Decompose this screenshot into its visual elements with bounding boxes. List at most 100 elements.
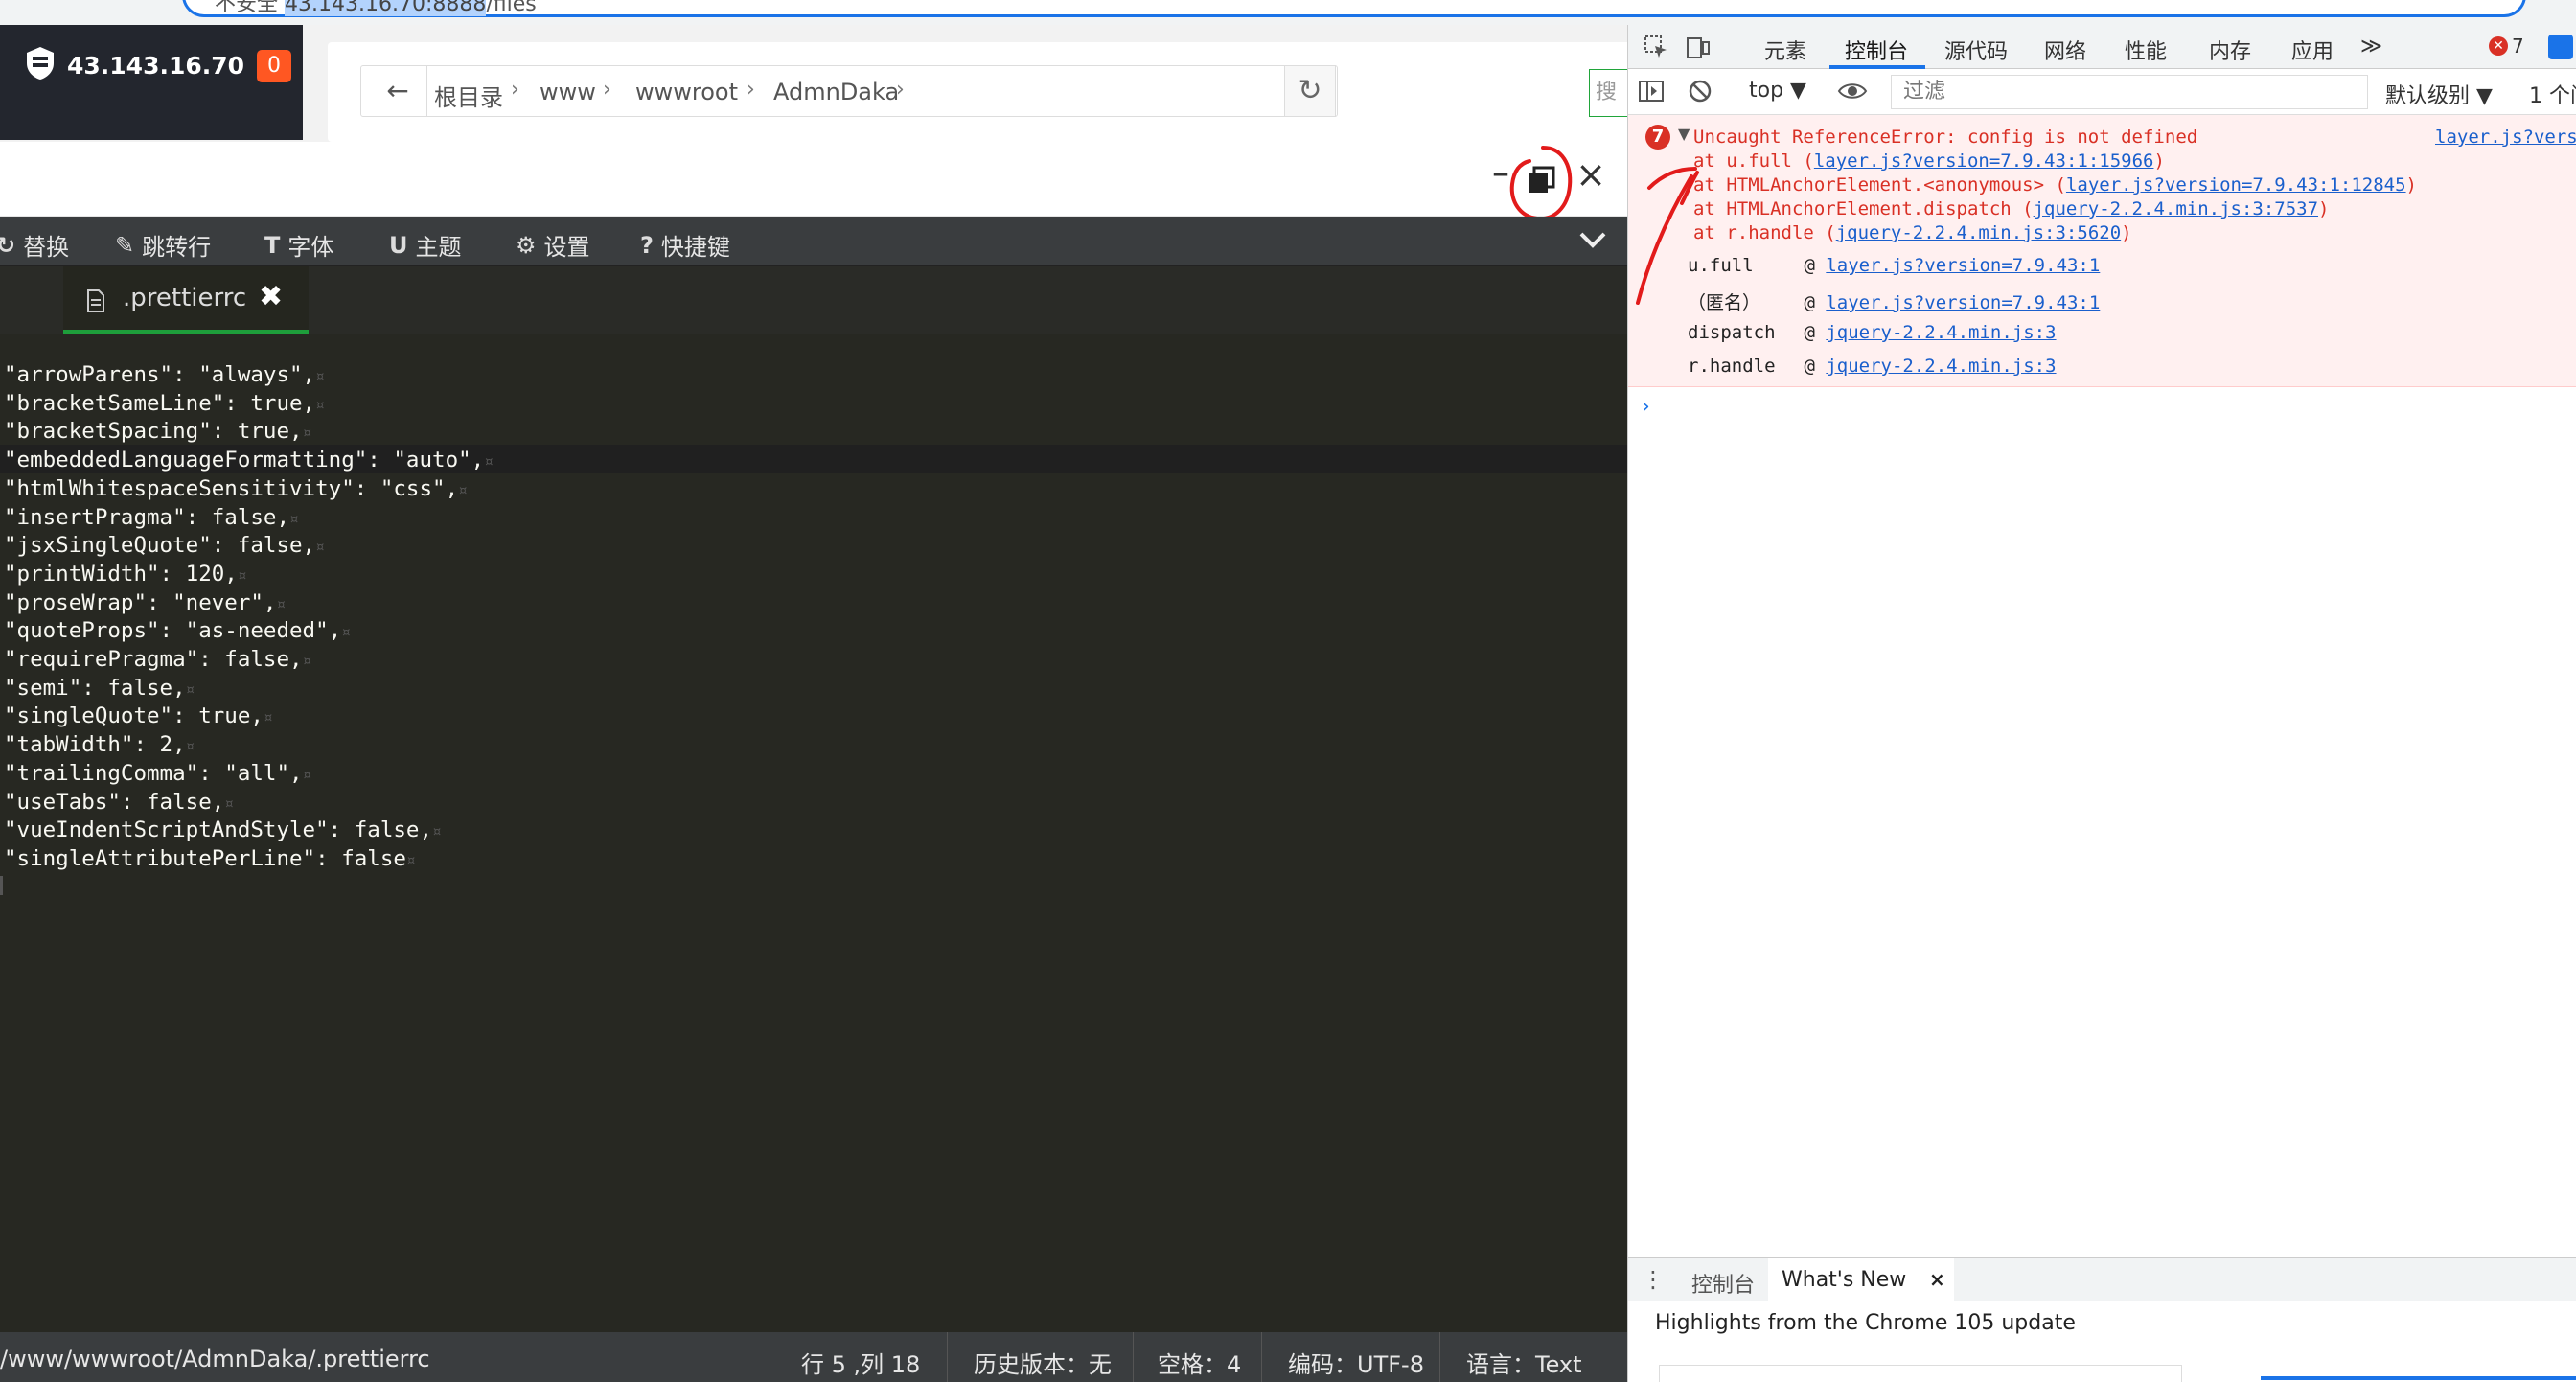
more-tabs-icon[interactable]: ≫ bbox=[2360, 35, 2382, 58]
refresh-icon: ↻ bbox=[1298, 74, 1322, 107]
font-button[interactable]: T 字体 bbox=[264, 228, 334, 262]
refresh-button[interactable]: ↻ bbox=[1284, 65, 1336, 117]
breadcrumb-admndaka[interactable]: AdmnDaka bbox=[773, 79, 899, 105]
settings-button[interactable]: ⚙ 设置 bbox=[516, 228, 590, 262]
context-selector[interactable]: top ▼ bbox=[1749, 79, 1806, 103]
code-line-text: "embeddedLanguageFormatting": "auto", bbox=[4, 448, 485, 473]
chevron-right-icon: › bbox=[747, 78, 755, 102]
code-line: "bracketSameLine": true,¤ bbox=[4, 389, 325, 418]
settings-label: 设置 bbox=[543, 234, 590, 261]
whats-new-card[interactable] bbox=[1659, 1365, 2182, 1382]
chevron-down-icon[interactable] bbox=[1574, 220, 1612, 259]
inspect-element-icon[interactable] bbox=[1644, 35, 1668, 59]
theme-button[interactable]: U 主题 bbox=[389, 228, 462, 262]
call-frame-link[interactable]: layer.js?version=7.9.43:1 bbox=[1826, 255, 2100, 276]
tab-network[interactable]: 网络 bbox=[2044, 35, 2086, 65]
console-sidebar-icon[interactable] bbox=[1638, 79, 1665, 104]
code-line: "printWidth": 120,¤ bbox=[4, 560, 246, 588]
error-source-link[interactable]: layer.js?vers bbox=[2435, 127, 2576, 148]
replace-button[interactable]: ↻ 替换 bbox=[0, 228, 69, 262]
at-separator: @ bbox=[1793, 322, 1827, 343]
server-notification-badge[interactable]: 0 bbox=[257, 50, 291, 82]
close-icon[interactable]: × bbox=[1572, 155, 1610, 194]
stack-source-link[interactable]: layer.js?version=7.9.43:1:15966 bbox=[1814, 150, 2154, 172]
message-icon[interactable] bbox=[2548, 35, 2573, 59]
editor-toolbar: ↻ 替换 ✎ 跳转行 T 字体 U 主题 ⚙ 设置 ? 快捷键 bbox=[0, 217, 1627, 266]
eol-marker: ¤ bbox=[458, 480, 468, 499]
goto-line-label: 跳转行 bbox=[142, 234, 212, 261]
goto-line-button[interactable]: ✎ 跳转行 bbox=[115, 228, 211, 262]
code-line: "htmlWhitespaceSensitivity": "css",¤ bbox=[4, 474, 468, 503]
code-editor[interactable]: "arrowParens": "always",¤ "bracketSameLin… bbox=[0, 334, 1627, 1332]
whats-new-card[interactable] bbox=[2261, 1376, 2576, 1382]
device-toolbar-icon[interactable] bbox=[1686, 35, 1711, 59]
stack-text: at HTMLAnchorElement.dispatch ( bbox=[1693, 198, 2034, 219]
code-line: "arrowParens": "always",¤ bbox=[4, 360, 325, 389]
back-arrow-icon[interactable]: ← bbox=[380, 74, 415, 108]
console-filter-input[interactable]: 过滤 bbox=[1891, 75, 2368, 109]
log-level-dropdown[interactable]: 默认级别 ▼ bbox=[2385, 79, 2493, 109]
console-prompt[interactable]: › bbox=[1642, 395, 1650, 419]
tab-performance[interactable]: 性能 bbox=[2125, 35, 2167, 65]
clear-console-icon[interactable] bbox=[1688, 79, 1713, 104]
code-line-text: "insertPragma": false, bbox=[4, 504, 290, 530]
drawer-tab-console[interactable]: 控制台 bbox=[1691, 1268, 1755, 1299]
live-expression-eye-icon[interactable] bbox=[1837, 79, 1868, 104]
call-frame-link[interactable]: layer.js?version=7.9.43:1 bbox=[1826, 292, 2100, 313]
file-icon bbox=[87, 289, 104, 312]
breadcrumb-wwwroot[interactable]: wwwroot bbox=[635, 79, 738, 105]
code-line: "singleAttributePerLine": false¤ bbox=[4, 844, 416, 873]
code-line: "singleQuote": true,¤ bbox=[4, 702, 273, 730]
code-line: "semi": false,¤ bbox=[4, 674, 195, 703]
code-line: "trailingComma": "all",¤ bbox=[4, 759, 311, 788]
close-icon[interactable]: × bbox=[1929, 1268, 1945, 1291]
question-icon: ? bbox=[640, 231, 654, 259]
url-path: /files bbox=[486, 0, 537, 16]
drawer-menu-icon[interactable]: ⋮ bbox=[1642, 1266, 1665, 1293]
status-encoding[interactable]: 编码：UTF-8 bbox=[1288, 1346, 1424, 1379]
drawer-tab-whats-new[interactable]: What's New × bbox=[1768, 1258, 1954, 1302]
status-spaces[interactable]: 空格：4 bbox=[1158, 1346, 1241, 1379]
eol-marker: ¤ bbox=[315, 538, 325, 557]
code-line: "bracketSpacing": true,¤ bbox=[4, 417, 311, 446]
status-history[interactable]: 历史版本：无 bbox=[974, 1346, 1112, 1379]
chevron-right-icon: › bbox=[603, 78, 611, 102]
error-counter[interactable]: ✕ 7 bbox=[2489, 35, 2524, 58]
code-line: "embeddedLanguageFormatting": "auto",¤ bbox=[4, 446, 494, 474]
code-line-text: "singleQuote": true, bbox=[4, 703, 264, 729]
breadcrumb-www[interactable]: www bbox=[540, 79, 596, 105]
code-line: "useTabs": false,¤ bbox=[4, 788, 234, 817]
address-bar-text[interactable]: 不安全 43.143.16.70:8888/files bbox=[215, 0, 537, 17]
stack-source-link[interactable]: layer.js?version=7.9.43:1:12845 bbox=[2066, 174, 2406, 196]
console-error-message[interactable]: 7 ▼ Uncaught ReferenceError: config is n… bbox=[1628, 115, 2576, 387]
code-line-text: "jsxSingleQuote": false, bbox=[4, 533, 316, 559]
tab-memory[interactable]: 内存 bbox=[2209, 35, 2251, 65]
tab-close-icon[interactable]: ✖ bbox=[259, 280, 283, 313]
issues-counter[interactable]: 1 个问 bbox=[2529, 79, 2576, 109]
chevron-right-icon: › bbox=[511, 78, 519, 102]
eol-marker: ¤ bbox=[224, 794, 234, 813]
eol-marker: ¤ bbox=[289, 509, 299, 528]
stack-frame-line: at HTMLAnchorElement.dispatch (jquery-2.… bbox=[1693, 198, 2329, 219]
tab-sources[interactable]: 源代码 bbox=[1944, 35, 2008, 65]
call-frame-link[interactable]: jquery-2.2.4.min.js:3 bbox=[1826, 322, 2056, 343]
stack-source-link[interactable]: jquery-2.2.4.min.js:3:7537 bbox=[2034, 198, 2318, 219]
breadcrumb-root[interactable]: 根目录 bbox=[434, 79, 503, 112]
replace-icon: ↻ bbox=[0, 231, 16, 259]
red-annotation-circle bbox=[1509, 146, 1573, 221]
tab-prettierrc[interactable]: .prettierrc ✖ bbox=[63, 266, 309, 334]
red-annotation-arrow bbox=[1636, 167, 1699, 305]
eol-marker: ¤ bbox=[302, 765, 312, 784]
tab-application[interactable]: 应用 bbox=[2291, 35, 2334, 65]
call-frame-name: dispatch bbox=[1688, 322, 1776, 343]
status-language[interactable]: 语言：Text bbox=[1466, 1346, 1582, 1379]
code-line-text: "bracketSpacing": true, bbox=[4, 419, 303, 445]
eol-marker: ¤ bbox=[315, 367, 325, 385]
shortcuts-button[interactable]: ? 快捷键 bbox=[640, 228, 730, 262]
call-frame-link[interactable]: jquery-2.2.4.min.js:3 bbox=[1826, 356, 2056, 377]
code-line-text: "requirePragma": false, bbox=[4, 647, 303, 672]
tab-elements[interactable]: 元素 bbox=[1764, 35, 1806, 65]
tab-console[interactable]: 控制台 bbox=[1845, 35, 1908, 65]
file-search-input[interactable]: 搜 bbox=[1589, 69, 1627, 117]
stack-source-link[interactable]: jquery-2.2.4.min.js:3:5620 bbox=[1836, 222, 2121, 243]
